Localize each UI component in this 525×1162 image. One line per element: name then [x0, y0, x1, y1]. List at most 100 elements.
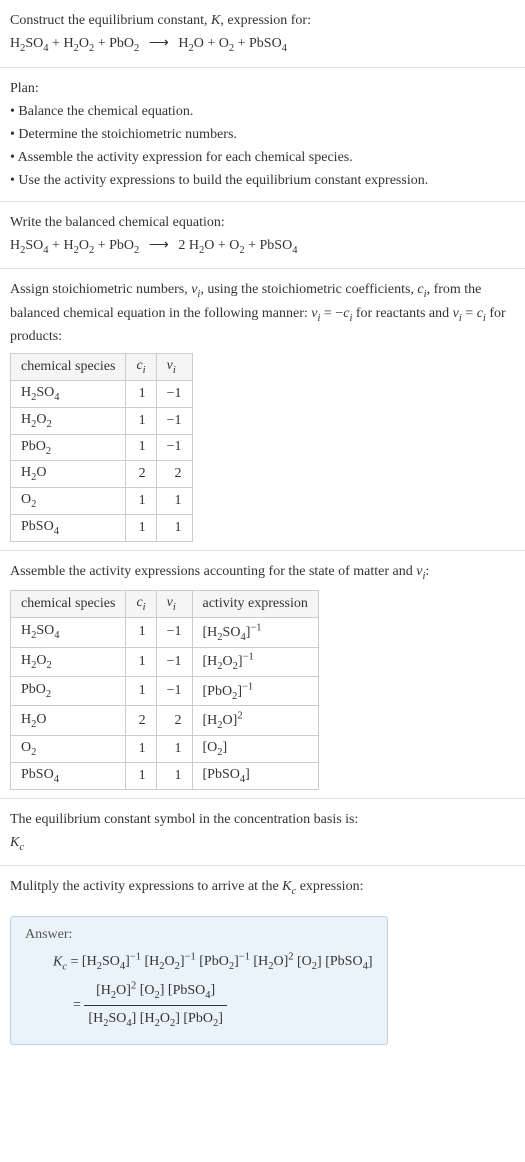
cell-species: H2O2 [11, 407, 126, 434]
plan-heading: Plan: [10, 78, 515, 99]
col-ci: ci [126, 591, 156, 618]
txt: Mulitply the activity expressions to arr… [10, 879, 282, 894]
fraction-numerator: [H2O]2 [O2] [PbSO4] [84, 977, 226, 1006]
cell-ci: 1 [126, 488, 156, 515]
cell-nui: 1 [156, 488, 192, 515]
answer-line2: = [H2O]2 [O2] [PbSO4] [H2SO4] [H2O2] [Pb… [73, 977, 373, 1034]
table-row: PbSO411[PbSO4] [11, 762, 319, 789]
txt: , using the stoichiometric coefficients, [200, 282, 417, 297]
cell-species: PbSO4 [11, 762, 126, 789]
cell-activity: [H2SO4]−1 [192, 618, 318, 647]
cell-activity: [H2O2]−1 [192, 647, 318, 676]
arrow-icon: ⟶ [143, 238, 175, 253]
txt: expression: [296, 879, 363, 894]
answer-label: Answer: [25, 927, 373, 943]
table-header-row: chemical species ci νi activity expressi… [11, 591, 319, 618]
stoich-table-body: H2SO41−1H2O21−1PbO21−1H2O22O211PbSO411 [11, 380, 193, 541]
cell-ci: 1 [126, 762, 156, 789]
cell-species: O2 [11, 735, 126, 762]
cell-ci: 1 [126, 647, 156, 676]
eq2: = [73, 998, 84, 1013]
basis-symbol: Kc [10, 832, 515, 856]
plan-bullet: • Assemble the activity expression for e… [10, 147, 515, 168]
txt: : [425, 564, 429, 579]
balanced-heading: Write the balanced chemical equation: [10, 212, 515, 233]
cell-ci: 1 [126, 735, 156, 762]
table-header-row: chemical species ci νi [11, 354, 193, 381]
col-nui: νi [156, 591, 192, 618]
cell-nui: −1 [156, 647, 192, 676]
activity-heading: Assemble the activity expressions accoun… [10, 561, 515, 585]
cell-species: PbO2 [11, 677, 126, 706]
cell-nui: −1 [156, 434, 192, 461]
nu-sub: i [173, 365, 176, 376]
plan-bullet: • Use the activity expressions to build … [10, 170, 515, 191]
cell-activity: [PbSO4] [192, 762, 318, 789]
answer-line1: Kc = [H2SO4]−1 [H2O2]−1 [PbO2]−1 [H2O]2 … [53, 949, 373, 977]
cell-ci: 2 [126, 461, 156, 488]
eq-rhs: 2 H2O + O2 + PbSO4 [178, 238, 297, 253]
cell-ci: 1 [126, 407, 156, 434]
intro-K: K [211, 13, 220, 28]
table-row: PbSO411 [11, 514, 193, 541]
intro-post: , expression for: [220, 13, 311, 28]
cell-ci: 1 [126, 514, 156, 541]
table-row: O211[O2] [11, 735, 319, 762]
intro-section: Construct the equilibrium constant, K, e… [0, 0, 525, 68]
cell-species: PbO2 [11, 434, 126, 461]
intro-line: Construct the equilibrium constant, K, e… [10, 10, 515, 31]
fraction-denominator: [H2SO4] [H2O2] [PbO2] [84, 1006, 226, 1034]
cell-species: H2O [11, 706, 126, 735]
col-species: chemical species [11, 591, 126, 618]
txt: for reactants and [352, 306, 452, 321]
cell-species: H2SO4 [11, 380, 126, 407]
c-sub: i [143, 602, 146, 613]
cell-activity: [PbO2]−1 [192, 677, 318, 706]
cell-nui: −1 [156, 380, 192, 407]
eq-lhs: H2SO4 + H2O2 + PbO2 [10, 238, 139, 253]
intro-equation: H2SO4 + H2O2 + PbO2 ⟶ H2O + O2 + PbSO4 [10, 33, 515, 57]
plan-bullet: • Balance the chemical equation. [10, 101, 515, 122]
col-nui: νi [156, 354, 192, 381]
fraction: [H2O]2 [O2] [PbSO4] [H2SO4] [H2O2] [PbO2… [84, 977, 226, 1034]
eq: = − [320, 306, 343, 321]
txt: Assemble the activity expressions accoun… [10, 564, 416, 579]
eq-lhs: H2SO4 + H2O2 + PbO2 [10, 36, 139, 51]
intro-pre: Construct the equilibrium constant, [10, 13, 211, 28]
table-row: PbO21−1[PbO2]−1 [11, 677, 319, 706]
cell-nui: 2 [156, 461, 192, 488]
cell-nui: 2 [156, 706, 192, 735]
activity-table-body: H2SO41−1[H2SO4]−1H2O21−1[H2O2]−1PbO21−1[… [11, 618, 319, 789]
balanced-section: Write the balanced chemical equation: H2… [0, 202, 525, 270]
eq: = [462, 306, 477, 321]
c-sub: i [143, 365, 146, 376]
basis-section: The equilibrium constant symbol in the c… [0, 799, 525, 867]
cell-species: PbSO4 [11, 514, 126, 541]
answer-terms-1: [H2SO4]−1 [H2O2]−1 [PbO2]−1 [H2O]2 [O2] … [82, 954, 373, 969]
stoich-table: chemical species ci νi H2SO41−1H2O21−1Pb… [10, 353, 193, 542]
multiply-text: Mulitply the activity expressions to arr… [10, 876, 515, 900]
cell-nui: −1 [156, 618, 192, 647]
cell-ci: 1 [126, 434, 156, 461]
cell-ci: 1 [126, 380, 156, 407]
basis-text: The equilibrium constant symbol in the c… [10, 809, 515, 830]
cell-species: O2 [11, 488, 126, 515]
cell-nui: 1 [156, 762, 192, 789]
eq-rhs: H2O + O2 + PbSO4 [178, 36, 287, 51]
answer-box: Answer: Kc = [H2SO4]−1 [H2O2]−1 [PbO2]−1… [10, 916, 388, 1045]
balanced-equation: H2SO4 + H2O2 + PbO2 ⟶ 2 H2O + O2 + PbSO4 [10, 235, 515, 259]
cell-species: H2O2 [11, 647, 126, 676]
arrow-icon: ⟶ [143, 36, 175, 51]
activity-table: chemical species ci νi activity expressi… [10, 590, 319, 789]
cell-ci: 2 [126, 706, 156, 735]
cell-activity: [H2O]2 [192, 706, 318, 735]
activity-section: Assemble the activity expressions accoun… [0, 551, 525, 799]
multiply-section: Mulitply the activity expressions to arr… [0, 866, 525, 910]
eq: = [67, 954, 82, 969]
cell-activity: [O2] [192, 735, 318, 762]
K: K [282, 879, 291, 894]
plan-bullet: • Determine the stoichiometric numbers. [10, 124, 515, 145]
table-row: H2SO41−1[H2SO4]−1 [11, 618, 319, 647]
K-sub: c [19, 841, 24, 852]
cell-nui: −1 [156, 677, 192, 706]
